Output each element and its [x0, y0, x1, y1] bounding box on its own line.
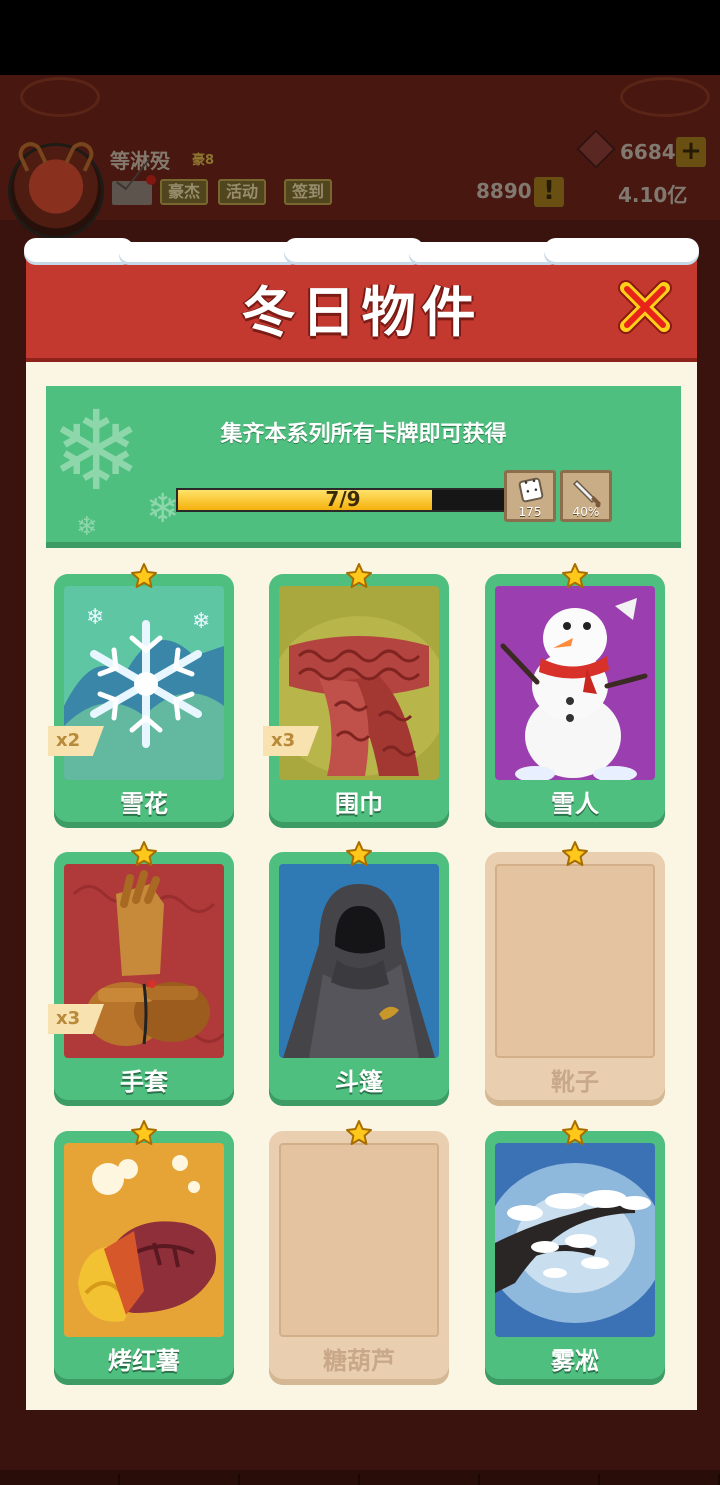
card-gloves[interactable]: 手套 x3	[48, 841, 234, 1106]
collection-progress-bar: 7/9	[176, 487, 506, 512]
reward-label: 40%	[572, 505, 600, 519]
snowflake-decoration-icon: ❄	[146, 486, 180, 532]
star-icon	[346, 563, 372, 588]
card-frame: 手套	[54, 852, 234, 1106]
card-frame: 斗篷	[269, 852, 449, 1106]
card-star	[345, 840, 373, 868]
snowflake-decoration-icon: ❄	[76, 512, 98, 542]
card-frame: ❄ ❄ 雪花	[54, 574, 234, 828]
locked-card-placeholder	[279, 1143, 439, 1337]
star-icon	[131, 841, 157, 866]
card-star	[345, 562, 373, 590]
rime-tree-art	[495, 1143, 655, 1337]
card-frame: 糖葫芦	[269, 1131, 449, 1385]
star-icon	[562, 563, 588, 588]
card-star	[345, 1119, 373, 1147]
card-locked-7[interactable]: 糖葫芦	[269, 1120, 449, 1385]
card-star	[130, 1119, 158, 1147]
card-frame: 烤红薯	[54, 1131, 234, 1385]
card-name: 雾凇	[551, 1347, 599, 1375]
star-icon	[131, 1120, 157, 1145]
svg-text:❄: ❄	[192, 609, 210, 634]
snowflake-decoration-icon: ❄	[50, 387, 143, 515]
star-icon	[562, 841, 588, 866]
card-name: 斗篷	[335, 1068, 383, 1096]
progress-label: 7/9	[325, 487, 361, 511]
card-snowman[interactable]: 雪人	[485, 563, 665, 828]
card-star	[561, 840, 589, 868]
card-frame: 靴子	[485, 852, 665, 1106]
card-name: 手套	[120, 1068, 168, 1096]
cloak-art	[279, 864, 439, 1058]
card-name: 雪花	[120, 790, 168, 818]
card-star	[561, 1119, 589, 1147]
snow-cap-decoration	[24, 238, 699, 268]
reward-dice[interactable]: 175	[504, 470, 556, 522]
card-star	[561, 562, 589, 590]
sweet-potato-art	[64, 1143, 224, 1337]
collection-banner: ❄ ❄ ❄ 集齐本系列所有卡牌即可获得 7/9 175 40%	[46, 386, 681, 548]
close-x-icon	[618, 280, 672, 334]
star-icon	[346, 841, 372, 866]
card-frame: 雪人	[485, 574, 665, 828]
card-name: 靴子	[551, 1068, 599, 1096]
locked-card-placeholder	[495, 864, 655, 1058]
star-icon	[346, 1120, 372, 1145]
star-icon	[131, 563, 157, 588]
card-star	[130, 562, 158, 590]
reward-sword[interactable]: 40%	[560, 470, 612, 522]
close-button[interactable]	[616, 278, 674, 336]
card-name: 烤红薯	[108, 1347, 180, 1375]
card-rime-tree[interactable]: 雾凇	[485, 1120, 665, 1385]
snowman-art	[495, 586, 655, 780]
card-star	[130, 840, 158, 868]
reward-label: 175	[518, 505, 542, 519]
card-name: 围巾	[335, 790, 383, 818]
star-icon	[562, 1120, 588, 1145]
dice-icon	[517, 476, 545, 504]
card-name: 糖葫芦	[323, 1347, 395, 1375]
card-frame: 雾凇	[485, 1131, 665, 1385]
card-scarf[interactable]: 围巾 x3	[263, 563, 449, 828]
modal-title: 冬日物件	[241, 281, 482, 344]
winter-items-modal: 冬日物件 ❄ ❄ ❄ 集齐本系列所有卡牌即可获得 7/9 • • • • 175…	[24, 238, 699, 1410]
svg-text:❄: ❄	[86, 605, 104, 630]
card-name: 雪人	[551, 790, 599, 818]
card-frame: 围巾	[269, 574, 449, 828]
card-sweet-potato[interactable]: 烤红薯	[54, 1120, 234, 1385]
modal-header: 冬日物件	[24, 238, 699, 362]
card-snowflake[interactable]: ❄ ❄ 雪花 x2	[48, 563, 234, 828]
card-locked-5[interactable]: 靴子	[485, 841, 665, 1106]
card-cloak[interactable]: 斗篷	[269, 841, 449, 1106]
banner-text: 集齐本系列所有卡牌即可获得	[220, 422, 507, 447]
